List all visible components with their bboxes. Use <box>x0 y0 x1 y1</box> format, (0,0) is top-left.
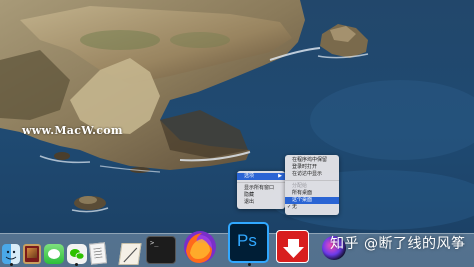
menu-item-label: 所有桌面 <box>292 190 313 196</box>
download-arrow-icon <box>283 239 304 258</box>
firefox-logo-icon <box>184 231 216 263</box>
overlay-watermark: 知乎 @断了线的风筝 <box>330 236 466 252</box>
menu-item-label: 选项 <box>244 173 255 179</box>
document-lines-icon <box>93 247 103 259</box>
submenu-item-show-in-finder[interactable]: 在访达中显示 <box>285 171 339 178</box>
terminal-prompt-label: >_ <box>150 239 159 247</box>
pencil-icon <box>123 247 138 263</box>
menu-item-show-all-windows[interactable]: 显示所有窗口 <box>237 185 285 192</box>
photo-frame-icon <box>27 248 37 258</box>
menu-item-hide[interactable]: 隐藏 <box>237 192 285 199</box>
submenu-item-all-desktops[interactable]: 所有桌面 <box>285 190 339 197</box>
chat-bubble-icon <box>48 249 60 259</box>
menu-item-label: 这个桌面 <box>292 197 313 203</box>
submenu-item-open-at-login[interactable]: 登录时打开 <box>285 164 339 171</box>
submenu-item-this-desktop[interactable]: 这个桌面 <box>285 197 339 204</box>
desktop: www.MacW.com 选项 ▶ 显示所有窗口 隐藏 退出 在程序坞中保留 登… <box>0 0 474 267</box>
submenu-item-keep-in-dock[interactable]: 在程序坞中保留 <box>285 157 339 164</box>
menu-item-label: 分配给 <box>292 183 308 189</box>
options-submenu: 在程序坞中保留 登录时打开 在访达中显示 分配给 所有桌面 这个桌面 ✓ 无 <box>285 155 339 215</box>
wechat-app-icon[interactable] <box>67 244 87 264</box>
photoshop-label: Ps <box>237 231 257 250</box>
running-indicator <box>75 263 78 266</box>
menu-item-label: 显示所有窗口 <box>244 185 275 191</box>
menu-item-label: 隐藏 <box>244 192 255 198</box>
photo-booth-app-icon[interactable] <box>23 244 41 264</box>
submenu-arrow-icon: ▶ <box>278 173 282 179</box>
running-indicator <box>10 263 13 266</box>
menu-item-label: 在访达中显示 <box>292 171 323 177</box>
menu-item-label: 在程序坞中保留 <box>292 157 328 163</box>
finder-app-icon[interactable] <box>2 244 20 264</box>
menu-item-label: 登录时打开 <box>292 164 318 170</box>
menu-item-quit[interactable]: 退出 <box>237 199 285 206</box>
messages-app-icon[interactable] <box>44 244 64 264</box>
submenu-assign-header: 分配给 <box>285 183 339 190</box>
menu-item-label: 无 <box>292 204 298 210</box>
menu-item-label: 退出 <box>244 199 255 205</box>
terminal-app-icon[interactable]: >_ <box>146 236 176 264</box>
menu-separator <box>285 180 339 181</box>
dock-context-menu: 选项 ▶ 显示所有窗口 隐藏 退出 <box>237 171 285 209</box>
document-app-icon[interactable] <box>88 242 108 265</box>
running-indicator <box>248 263 251 266</box>
menu-item-options[interactable]: 选项 ▶ <box>237 173 285 180</box>
firefox-app-icon[interactable] <box>182 229 218 265</box>
checkmark-icon: ✓ <box>287 204 292 210</box>
finder-face-icon <box>5 250 17 260</box>
wallpaper-watermark: www.MacW.com <box>22 124 123 137</box>
submenu-item-none[interactable]: ✓ 无 <box>285 204 339 211</box>
menu-separator <box>237 182 285 183</box>
photoshop-app-icon[interactable]: Ps <box>228 222 269 263</box>
downloader-app-icon[interactable] <box>276 230 309 263</box>
notes-app-icon[interactable] <box>118 243 142 265</box>
wechat-bubbles-icon <box>70 249 85 260</box>
